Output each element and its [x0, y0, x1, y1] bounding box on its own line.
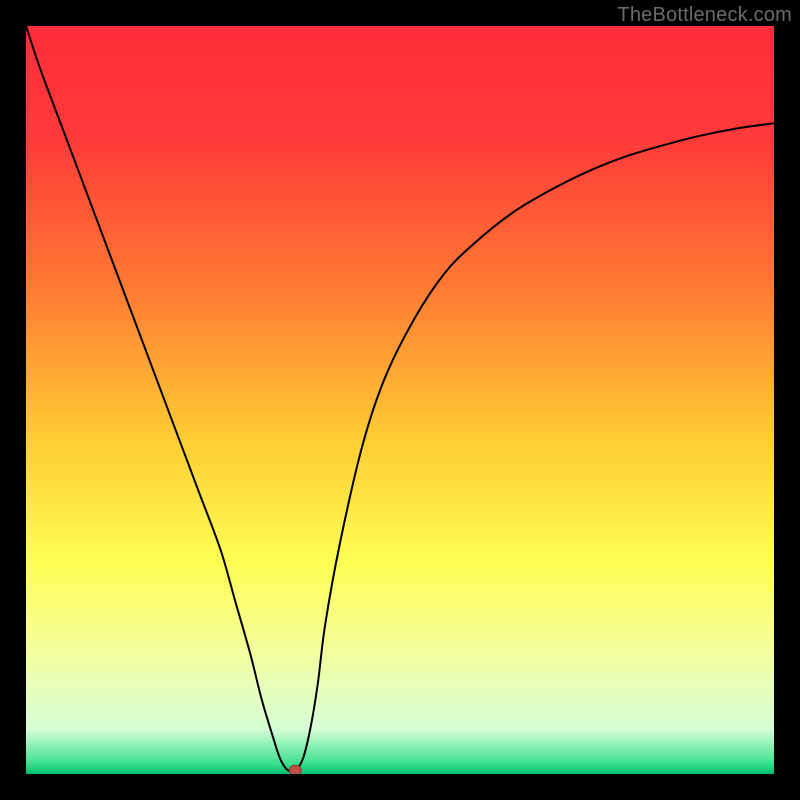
bottleneck-chart	[26, 26, 774, 774]
watermark-text: TheBottleneck.com	[617, 4, 792, 27]
optimum-marker	[289, 765, 301, 774]
chart-frame	[26, 26, 774, 774]
gradient-background	[26, 26, 774, 774]
